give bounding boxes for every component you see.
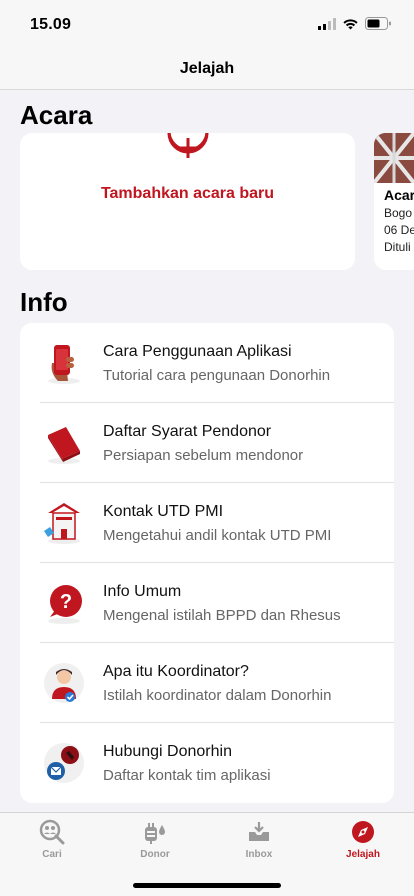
info-item-title: Apa itu Koordinator? xyxy=(103,663,249,680)
event-location: Bogo xyxy=(384,206,413,220)
page-title: Jelajah xyxy=(179,59,235,77)
navigation-bar: Jelajah xyxy=(0,48,414,90)
question-icon: ? xyxy=(48,585,82,624)
info-item-subtitle: Daftar kontak tim aplikasi xyxy=(103,767,271,784)
tab-jelajah[interactable]: Jelajah xyxy=(323,819,403,860)
search-people-icon xyxy=(39,819,65,845)
info-item-coordinator[interactable]: Apa itu Koordinator? Istilah koordinator… xyxy=(20,643,394,723)
building-icon xyxy=(44,503,80,544)
inbox-icon xyxy=(249,822,269,841)
status-bar: 15.09 xyxy=(0,0,414,48)
add-circle-icon xyxy=(167,133,208,158)
info-item-title: Cara Penggunaan Aplikasi xyxy=(103,343,292,360)
info-item-title: Info Umum xyxy=(103,583,182,600)
event-title: Acar xyxy=(384,187,414,203)
status-time: 15.09 xyxy=(30,16,72,33)
svg-text:?: ? xyxy=(60,591,72,613)
add-event-label: Tambahkan acara baru xyxy=(100,185,275,202)
status-icons xyxy=(318,17,392,30)
coordinator-icon xyxy=(44,663,84,703)
compass-icon xyxy=(352,821,374,843)
info-item-subtitle: Persiapan sebelum mendonor xyxy=(103,447,304,464)
signal-icon xyxy=(318,17,336,30)
tab-donor[interactable]: Donor xyxy=(115,819,195,860)
info-item-title: Daftar Syarat Pendonor xyxy=(103,423,272,440)
event-author: Dituli xyxy=(384,240,411,254)
tab-label: Donor xyxy=(140,849,170,860)
info-section-title: Info xyxy=(20,287,68,317)
info-list: Cara Penggunaan Aplikasi Tutorial cara p… xyxy=(20,323,394,803)
event-image xyxy=(374,133,414,183)
tab-label: Cari xyxy=(42,849,62,860)
event-card[interactable]: Acar Bogo 06 De Dituli xyxy=(374,133,414,270)
info-item-general-info[interactable]: ? Info Umum Mengenal istilah BPPD dan Rh… xyxy=(20,563,394,643)
contact-icon xyxy=(44,743,84,783)
info-item-subtitle: Mengetahui andil kontak UTD PMI xyxy=(103,527,332,544)
event-date: 06 De xyxy=(384,223,414,237)
event-thumbnail xyxy=(374,133,414,183)
info-item-contact-donorhin[interactable]: Hubungi Donorhin Daftar kontak tim aplik… xyxy=(20,723,394,803)
add-event-card[interactable]: Tambahkan acara baru xyxy=(20,133,355,270)
tab-cari[interactable]: Cari xyxy=(12,819,92,860)
phone-hand-icon xyxy=(48,345,80,384)
tab-label: Inbox xyxy=(245,849,273,860)
info-item-utd-pmi-contact[interactable]: Kontak UTD PMI Mengetahui andil kontak U… xyxy=(20,483,394,563)
wifi-icon xyxy=(343,18,358,29)
battery-icon xyxy=(365,17,391,30)
info-item-title: Hubungi Donorhin xyxy=(103,743,232,760)
tab-bar: Cari Donor Inbox Jelajah xyxy=(0,812,414,896)
info-item-usage-guide[interactable]: Cara Penggunaan Aplikasi Tutorial cara p… xyxy=(20,323,394,403)
book-icon xyxy=(48,427,80,464)
info-item-subtitle: Istilah koordinator dalam Donorhin xyxy=(103,687,332,704)
tab-label: Jelajah xyxy=(346,849,380,860)
info-item-subtitle: Tutorial cara pengunaan Donorhin xyxy=(103,367,331,384)
info-item-subtitle: Mengenal istilah BPPD dan Rhesus xyxy=(103,607,341,624)
explore-content[interactable]: Acara Tambahkan acara baru Acar Bogo 06 … xyxy=(0,90,414,812)
blood-bag-icon xyxy=(145,823,165,844)
events-section-title: Acara xyxy=(20,100,93,130)
info-item-title: Kontak UTD PMI xyxy=(103,503,224,520)
tab-inbox[interactable]: Inbox xyxy=(219,819,299,860)
home-indicator xyxy=(133,883,281,888)
info-item-donor-requirements[interactable]: Daftar Syarat Pendonor Persiapan sebelum… xyxy=(20,403,394,483)
